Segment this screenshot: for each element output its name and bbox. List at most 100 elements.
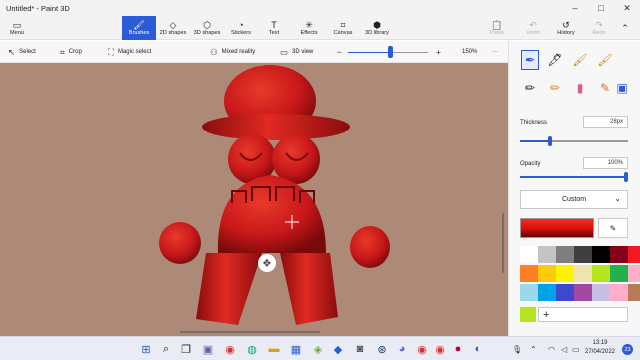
3d-view-button[interactable]: ▭ 3D view	[280, 41, 313, 63]
tab-effects[interactable]: ✳ Effects	[294, 16, 324, 40]
search-button[interactable]: ⌕	[158, 341, 174, 357]
steam-app[interactable]: ⊛	[374, 341, 390, 357]
store-app[interactable]: ▦	[288, 341, 304, 357]
tab-canvas[interactable]: ⌗ Canvas	[328, 16, 358, 40]
color-swatch[interactable]	[628, 246, 640, 263]
paste-button[interactable]: 📋 Paste	[484, 16, 510, 40]
tray-overflow[interactable]: ⌃	[530, 337, 537, 360]
chrome-app-2[interactable]: ◉	[432, 341, 448, 357]
brush-icon: 🖌	[133, 20, 145, 30]
current-color[interactable]	[520, 218, 594, 238]
maximize-button[interactable]: □	[588, 0, 614, 16]
app-icon-3[interactable]: ◙	[352, 341, 368, 357]
history-button[interactable]: ↺ History	[552, 16, 580, 40]
color-swatch[interactable]	[520, 246, 538, 263]
custom-color-swatch[interactable]	[520, 307, 536, 322]
chrome-app[interactable]: ◉	[222, 341, 238, 357]
color-swatch[interactable]	[628, 265, 640, 282]
undo-button[interactable]: ↶ Undo	[520, 16, 546, 40]
more-options-button[interactable]: ···	[492, 41, 498, 63]
edge-app[interactable]: ◍	[244, 341, 260, 357]
color-swatch[interactable]	[592, 265, 610, 282]
tab-stickers[interactable]: ◔ Stickers	[224, 16, 258, 40]
crop-button[interactable]: ⌗ Crop	[60, 41, 82, 63]
tab-3d-library[interactable]: ⬢ 3D library	[360, 16, 394, 40]
zoom-slider-thumb[interactable]	[388, 46, 393, 58]
oil-brush[interactable]: 🖌	[571, 50, 589, 70]
watercolor-brush[interactable]: 🖌	[596, 50, 614, 70]
color-swatch[interactable]	[610, 246, 628, 263]
fill-bucket[interactable]: ▣	[613, 78, 631, 98]
zoom-level[interactable]: 150%	[462, 41, 477, 63]
clock[interactable]: 13:19 27/04/2022	[582, 339, 618, 357]
color-swatch[interactable]	[592, 284, 610, 301]
notification-badge[interactable]: 23	[622, 344, 633, 355]
marker-brush[interactable]: ✒	[521, 50, 539, 70]
task-view-button[interactable]: ❐	[178, 341, 194, 357]
color-swatch[interactable]	[628, 284, 640, 301]
color-swatch[interactable]	[538, 284, 556, 301]
redo-button[interactable]: ↷ Redo	[586, 16, 612, 40]
add-color-button[interactable]: +	[538, 307, 628, 322]
thickness-label: Thickness	[520, 120, 548, 126]
mic-icon-wrap[interactable]: 🎙	[512, 337, 522, 360]
color-swatch[interactable]	[520, 284, 538, 301]
paint3d-app[interactable]: ◐	[470, 341, 486, 357]
zoom-out-button[interactable]: −	[337, 41, 342, 63]
file-explorer-app[interactable]: ▬	[266, 341, 282, 357]
pixel-pen[interactable]: ✏	[521, 78, 539, 98]
app-icon-2[interactable]: ◆	[330, 341, 346, 357]
menu-button[interactable]: ▭ Menu	[4, 16, 30, 40]
color-swatch[interactable]	[610, 284, 628, 301]
app-icon-4[interactable]: ◉	[414, 341, 430, 357]
color-swatch[interactable]	[556, 246, 574, 263]
vertical-scrollbar[interactable]	[502, 213, 504, 273]
search-icon: ⌕	[162, 342, 170, 355]
collapse-ribbon-button[interactable]: ⌃	[614, 16, 636, 40]
zoom-in-button[interactable]: +	[436, 41, 441, 63]
app-icon-5[interactable]: ●	[450, 341, 466, 357]
color-swatch[interactable]	[538, 265, 556, 282]
tab-text[interactable]: T Text	[258, 16, 290, 40]
crayon[interactable]: ✎	[596, 78, 614, 98]
battery-indicator[interactable]: ▭	[572, 337, 580, 360]
color-preset-dropdown[interactable]: Custom ⌄	[520, 190, 628, 209]
drawing-canvas[interactable]: ✥	[0, 63, 508, 336]
close-button[interactable]: ✕	[614, 0, 640, 16]
color-swatch[interactable]	[610, 265, 628, 282]
tab-2d-shapes[interactable]: ◇ 2D shapes	[156, 16, 190, 40]
horizontal-scrollbar[interactable]	[180, 331, 320, 333]
thickness-input[interactable]: 28px	[583, 116, 628, 128]
text-icon: T	[271, 20, 277, 30]
color-swatch[interactable]	[520, 265, 538, 282]
speaker-icon: ◁	[561, 344, 568, 354]
undo-icon: ↶	[529, 20, 537, 30]
eraser[interactable]: ▮	[571, 78, 589, 98]
color-swatch[interactable]	[574, 284, 592, 301]
select-button[interactable]: ↖ Select	[8, 41, 36, 63]
color-swatch[interactable]	[556, 284, 574, 301]
opacity-input[interactable]: 100%	[583, 157, 628, 169]
color-swatch[interactable]	[538, 246, 556, 263]
eyedropper-button[interactable]: ✎	[598, 218, 628, 238]
tab-3d-shapes[interactable]: ⬡ 3D shapes	[190, 16, 224, 40]
thickness-slider-thumb[interactable]	[548, 135, 553, 146]
network-indicator[interactable]: ◠	[548, 337, 555, 360]
color-swatch[interactable]	[574, 246, 592, 263]
color-swatch[interactable]	[574, 265, 592, 282]
battery-icon: ▭	[572, 344, 580, 354]
opacity-slider-thumb[interactable]	[624, 171, 628, 182]
chat-button[interactable]: ▣	[200, 341, 216, 357]
calligraphy-pen[interactable]: 🖋	[546, 50, 564, 70]
start-button[interactable]: ⊞	[138, 341, 154, 357]
magic-select-button[interactable]: ⛶ Magic select	[108, 41, 151, 63]
color-swatch[interactable]	[556, 265, 574, 282]
minimize-button[interactable]: –	[562, 0, 588, 16]
discord-app[interactable]: ◕	[394, 341, 410, 357]
pencil[interactable]: ✏	[546, 78, 564, 98]
color-swatch[interactable]	[592, 246, 610, 263]
volume-indicator[interactable]: ◁	[561, 337, 567, 360]
app-icon-1[interactable]: ◈	[310, 341, 326, 357]
mixed-reality-button[interactable]: ⚇ Mixed reality	[210, 41, 255, 63]
tab-brushes[interactable]: 🖌 Brushes	[122, 16, 156, 40]
